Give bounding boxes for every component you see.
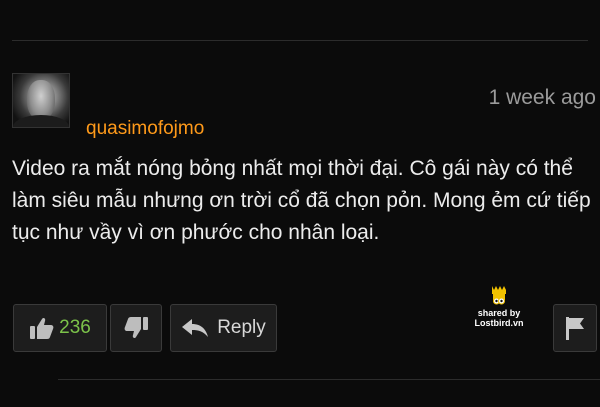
watermark: shared by Lostbird.vn xyxy=(464,284,534,328)
comment-timestamp: 1 week ago xyxy=(488,86,596,109)
dislike-button[interactable] xyxy=(110,304,162,352)
reply-arrow-icon xyxy=(182,319,209,337)
thumbs-down-icon xyxy=(124,317,148,339)
avatar-face xyxy=(27,80,55,120)
watermark-line2: Lostbird.vn xyxy=(474,318,524,328)
thumbs-up-icon xyxy=(30,317,54,339)
watermark-line1: shared by xyxy=(477,308,521,318)
reply-label: Reply xyxy=(217,317,266,338)
comment-text: Video ra mắt nóng bỏng nhất mọi thời đại… xyxy=(12,157,591,244)
flag-icon xyxy=(566,317,584,340)
like-count: 236 xyxy=(59,317,91,338)
lostbird-logo-icon xyxy=(492,286,506,305)
user-avatar[interactable] xyxy=(12,73,70,128)
flag-button[interactable] xyxy=(553,304,597,352)
reply-button[interactable]: Reply xyxy=(170,304,277,352)
avatar-shoulders xyxy=(13,115,69,127)
top-divider xyxy=(12,40,588,41)
bottom-divider xyxy=(58,379,600,380)
like-button[interactable]: 236 xyxy=(13,304,107,352)
comment-username[interactable]: quasimofojmo xyxy=(86,118,204,140)
